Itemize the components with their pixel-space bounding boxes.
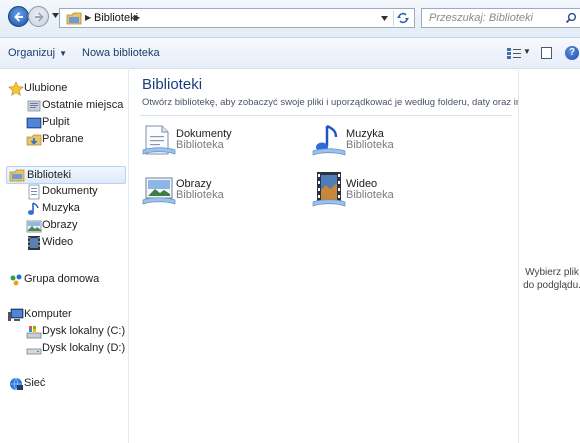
chevron-down-icon: ▼: [59, 49, 67, 58]
music-note-icon: [28, 202, 39, 215]
refresh-button[interactable]: [393, 11, 411, 26]
video-icon: [28, 236, 40, 250]
recent-places-icon: [27, 100, 41, 112]
address-box[interactable]: ▶ Biblioteki ▶: [59, 8, 415, 28]
nav-item-recent-places[interactable]: Ostatnie miejsca: [26, 97, 126, 115]
path-separator-icon[interactable]: ▶: [134, 13, 140, 22]
drive-icon: [26, 348, 42, 355]
nav-item-drive-d[interactable]: Dysk lokalny (D:): [26, 340, 126, 358]
help-icon[interactable]: ?: [565, 46, 579, 60]
tile-type: Biblioteka: [346, 139, 394, 151]
new-library-button[interactable]: Nowa biblioteka: [82, 47, 160, 59]
nav-item-drive-c[interactable]: Dysk lokalny (C:): [26, 323, 126, 341]
tile-type: Biblioteka: [346, 189, 394, 201]
nav-item-label: Dysk lokalny (D:): [42, 342, 126, 354]
nav-favorites[interactable]: Ulubione: [8, 80, 124, 98]
nav-item-downloads[interactable]: Pobrane: [26, 131, 126, 149]
nav-computer[interactable]: Komputer: [8, 306, 124, 324]
content-pane: Biblioteki Otwórz bibliotekę, aby zobacz…: [130, 70, 561, 443]
navigation-pane: Ulubione Ostatnie miejsca Pulpit Pobrane…: [0, 70, 129, 443]
nav-libraries[interactable]: Biblioteki: [6, 166, 126, 184]
star-icon: [8, 81, 24, 96]
library-tile-pictures[interactable]: Obrazy Biblioteka: [142, 170, 302, 214]
desktop-icon: [26, 117, 42, 129]
command-bar: Organizuj ▼ Nowa biblioteka ▼ ?: [0, 38, 580, 69]
network-icon: [10, 377, 23, 391]
nav-libraries-label: Biblioteki: [27, 169, 72, 181]
forward-button[interactable]: [28, 6, 49, 27]
search-placeholder: Przeszukaj: Biblioteki: [429, 12, 533, 24]
nav-favorites-label: Ulubione: [24, 82, 68, 94]
organize-label: Organizuj: [8, 47, 56, 59]
divider: [140, 115, 512, 116]
nav-item-label: Dokumenty: [42, 185, 98, 197]
nav-item-documents[interactable]: Dokumenty: [26, 183, 126, 201]
address-bar: ▶ Biblioteki ▶ Przeszukaj: Biblioteki: [0, 0, 580, 38]
picture-icon: [26, 220, 42, 233]
nav-item-label: Pulpit: [42, 116, 70, 128]
tile-type: Biblioteka: [176, 139, 224, 151]
nav-item-label: Pobrane: [42, 133, 84, 145]
recent-pages-dropdown-icon[interactable]: [52, 13, 59, 18]
arrow-left-icon: [14, 12, 23, 22]
libraries-folder-icon: [9, 169, 25, 182]
libraries-folder-icon: [66, 12, 82, 25]
system-drive-icon: [26, 326, 42, 339]
nav-item-music[interactable]: Muzyka: [26, 200, 126, 218]
library-tile-videos[interactable]: Wideo Biblioteka: [312, 170, 472, 214]
search-icon[interactable]: [565, 12, 577, 24]
nav-item-pictures[interactable]: Obrazy: [26, 217, 126, 235]
library-tile-music[interactable]: Muzyka Biblioteka: [312, 120, 472, 164]
computer-icon: [8, 308, 24, 321]
nav-network[interactable]: Sieć: [8, 375, 124, 393]
tile-type: Biblioteka: [176, 189, 224, 201]
library-tile-documents[interactable]: Dokumenty Biblioteka: [142, 120, 302, 164]
nav-item-label: Obrazy: [42, 219, 78, 231]
address-dropdown-icon[interactable]: [381, 16, 388, 21]
view-dropdown-icon[interactable]: ▼: [523, 47, 531, 56]
nav-homegroup[interactable]: Grupa domowa: [8, 271, 124, 289]
back-button[interactable]: [8, 6, 29, 27]
preview-pane-toggle[interactable]: [541, 47, 552, 59]
arrow-right-icon: [35, 12, 44, 22]
nav-network-label: Sieć: [24, 377, 46, 389]
downloads-icon: [26, 134, 42, 146]
nav-computer-label: Komputer: [24, 308, 72, 320]
refresh-icon: [397, 12, 409, 24]
documents-library-icon: [142, 125, 176, 155]
nav-homegroup-label: Grupa domowa: [24, 273, 100, 285]
organize-button[interactable]: Organizuj ▼: [8, 47, 67, 59]
page-subtitle: Otwórz bibliotekę, aby zobaczyć swoje pl…: [142, 97, 561, 108]
path-separator-icon[interactable]: ▶: [85, 13, 91, 22]
nav-item-label: Ostatnie miejsca: [42, 99, 124, 111]
address-path[interactable]: Biblioteki: [94, 12, 138, 24]
nav-item-label: Dysk lokalny (C:): [42, 325, 126, 337]
change-view-icon[interactable]: [507, 48, 521, 60]
homegroup-icon: [10, 274, 22, 286]
preview-pane: Wybierz plik do podglądu.: [518, 70, 580, 443]
nav-item-label: Muzyka: [42, 202, 80, 214]
nav-item-videos[interactable]: Wideo: [26, 234, 126, 252]
document-icon: [28, 184, 40, 200]
nav-item-label: Wideo: [42, 236, 74, 248]
pictures-library-icon: [142, 177, 176, 205]
search-input[interactable]: Przeszukaj: Biblioteki: [421, 8, 580, 28]
preview-message: Wybierz plik do podglądu.: [523, 267, 580, 291]
videos-library-icon: [312, 172, 346, 207]
page-title: Biblioteki: [142, 76, 203, 93]
nav-item-desktop[interactable]: Pulpit: [26, 114, 126, 132]
music-library-icon: [312, 124, 346, 156]
